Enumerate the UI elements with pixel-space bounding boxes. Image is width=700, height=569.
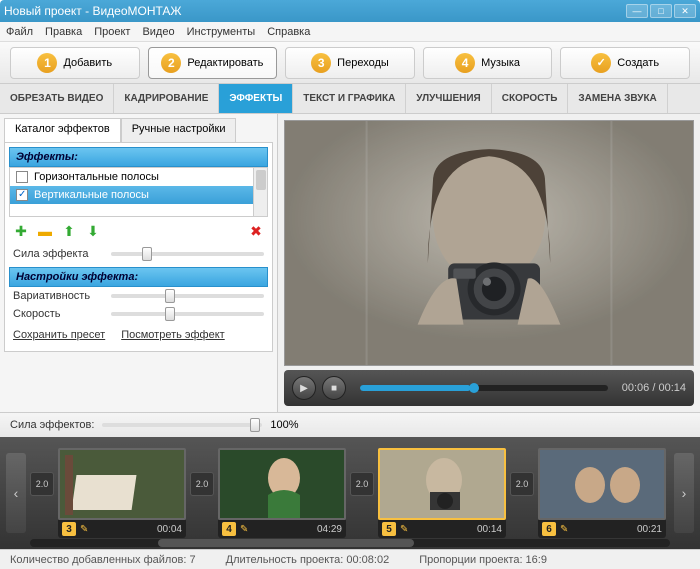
tab-audio[interactable]: ЗАМЕНА ЗВУКА <box>568 84 667 113</box>
strength-label: Сила эффекта <box>13 248 103 260</box>
menu-edit[interactable]: Правка <box>45 26 82 38</box>
transition-badge[interactable]: 2.0 <box>30 472 54 496</box>
steps-bar: 1Добавить 2Редактировать 3Переходы 4Музы… <box>0 42 700 84</box>
tab-speed[interactable]: СКОРОСТЬ <box>492 84 569 113</box>
subtab-catalog[interactable]: Каталог эффектов <box>4 118 121 142</box>
save-preset-link[interactable]: Сохранить пресет <box>13 329 105 341</box>
delete-icon[interactable]: ✖ <box>248 223 264 239</box>
add-icon[interactable]: ✚ <box>13 223 29 239</box>
global-strength-label: Сила эффектов: <box>10 419 94 431</box>
timeline-next[interactable]: › <box>674 453 694 533</box>
scrollbar[interactable] <box>253 168 267 216</box>
move-up-icon[interactable]: ⬆ <box>61 223 77 239</box>
menu-file[interactable]: Файл <box>6 26 33 38</box>
edit-tabs: ОБРЕЗАТЬ ВИДЕО КАДРИРОВАНИЕ ЭФФЕКТЫ ТЕКС… <box>0 84 700 114</box>
maximize-button[interactable]: □ <box>650 4 672 18</box>
clip-5[interactable]: ★ 5✎00:14 <box>378 448 506 538</box>
effects-panel: Каталог эффектов Ручные настройки Эффект… <box>0 114 278 412</box>
close-button[interactable]: ✕ <box>674 4 696 18</box>
menu-project[interactable]: Проект <box>94 26 130 38</box>
menu-tools[interactable]: Инструменты <box>187 26 256 38</box>
step-edit[interactable]: 2Редактировать <box>148 47 278 79</box>
play-button[interactable]: ▶ <box>292 376 316 400</box>
tab-trim[interactable]: ОБРЕЗАТЬ ВИДЕО <box>0 84 114 113</box>
step-music[interactable]: 4Музыка <box>423 47 553 79</box>
tab-effects[interactable]: ЭФФЕКТЫ <box>219 84 293 113</box>
strength-slider[interactable] <box>111 252 264 256</box>
speed-label: Скорость <box>13 308 103 320</box>
pencil-icon[interactable]: ✎ <box>560 524 568 535</box>
menu-video[interactable]: Видео <box>142 26 174 38</box>
menubar: Файл Правка Проект Видео Инструменты Спр… <box>0 22 700 42</box>
view-effect-link[interactable]: Посмотреть эффект <box>121 329 225 341</box>
menu-help[interactable]: Справка <box>267 26 310 38</box>
effect-item-horizontal[interactable]: Горизонтальные полосы <box>10 168 267 186</box>
tab-text[interactable]: ТЕКСТ И ГРАФИКА <box>293 84 406 113</box>
effects-strength-bar: Сила эффектов: 100% <box>0 412 700 437</box>
step-transitions[interactable]: 3Переходы <box>285 47 415 79</box>
checkbox-icon[interactable] <box>16 189 28 201</box>
effects-header: Эффекты: <box>9 147 268 167</box>
move-down-icon[interactable]: ⬇ <box>85 223 101 239</box>
pencil-icon[interactable]: ✎ <box>400 524 408 535</box>
status-aspect: Пропорции проекта: 16:9 <box>419 554 547 566</box>
time-display: 00:06 / 00:14 <box>622 382 686 394</box>
transition-badge[interactable]: 2.0 <box>350 472 374 496</box>
stop-button[interactable]: ■ <box>322 376 346 400</box>
video-preview <box>284 120 694 366</box>
transition-badge[interactable]: 2.0 <box>510 472 534 496</box>
variability-label: Вариативность <box>13 290 103 302</box>
minimize-button[interactable]: — <box>626 4 648 18</box>
window-title: Новый проект - ВидеоМОНТАЖ <box>4 4 626 18</box>
tab-enhance[interactable]: УЛУЧШЕНИЯ <box>406 84 491 113</box>
status-files: Количество добавленных файлов: 7 <box>10 554 196 566</box>
timeline-prev[interactable]: ‹ <box>6 453 26 533</box>
progress-bar[interactable] <box>360 385 608 391</box>
global-strength-value: 100% <box>270 419 298 431</box>
clip-6[interactable]: 6✎00:21 <box>538 448 666 538</box>
status-duration: Длительность проекта: 00:08:02 <box>226 554 390 566</box>
checkbox-icon[interactable] <box>16 171 28 183</box>
timeline: ‹ 2.0 3✎00:04 2.0 4✎04:29 2.0 ★ 5✎00:14 … <box>0 437 700 549</box>
step-create[interactable]: ✓Создать <box>560 47 690 79</box>
subtab-manual[interactable]: Ручные настройки <box>121 118 237 142</box>
speed-slider[interactable] <box>111 312 264 316</box>
global-strength-slider[interactable] <box>102 423 262 427</box>
settings-header: Настройки эффекта: <box>9 267 268 287</box>
transition-badge[interactable]: 2.0 <box>190 472 214 496</box>
variability-slider[interactable] <box>111 294 264 298</box>
effect-item-vertical[interactable]: Вертикальные полосы <box>10 186 267 204</box>
pencil-icon[interactable]: ✎ <box>80 524 88 535</box>
pencil-icon[interactable]: ✎ <box>240 524 248 535</box>
clip-4[interactable]: 4✎04:29 <box>218 448 346 538</box>
titlebar: Новый проект - ВидеоМОНТАЖ — □ ✕ <box>0 0 700 22</box>
effect-toolbar: ✚ ▬ ⬆ ⬇ ✖ <box>9 217 268 245</box>
playback-controls: ▶ ■ 00:06 / 00:14 <box>284 370 694 406</box>
effects-list: Горизонтальные полосы Вертикальные полос… <box>9 167 268 217</box>
timeline-scrollbar[interactable] <box>30 539 670 547</box>
step-add[interactable]: 1Добавить <box>10 47 140 79</box>
remove-icon[interactable]: ▬ <box>37 223 53 239</box>
statusbar: Количество добавленных файлов: 7 Длитель… <box>0 549 700 569</box>
clip-3[interactable]: 3✎00:04 <box>58 448 186 538</box>
tab-crop[interactable]: КАДРИРОВАНИЕ <box>114 84 219 113</box>
